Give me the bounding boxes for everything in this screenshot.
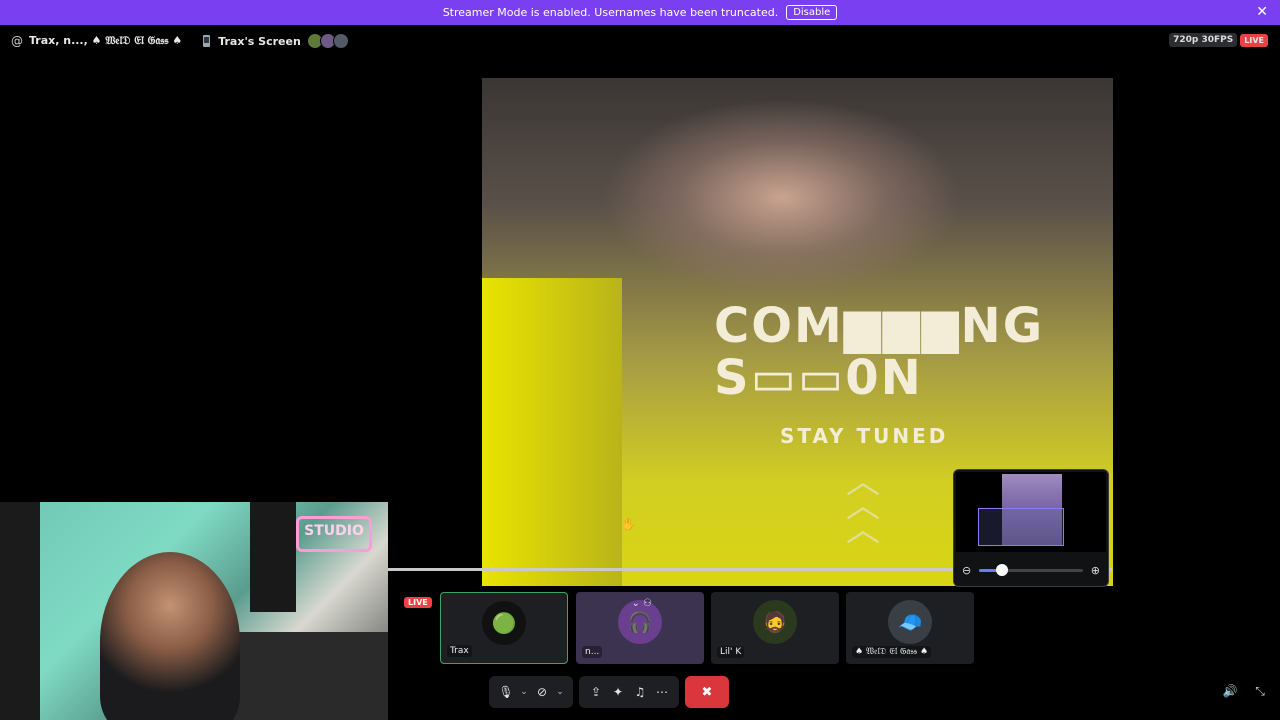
- avatar: 🟢: [482, 601, 526, 645]
- minimap-preview: [956, 472, 1106, 552]
- zoom-minimap[interactable]: ⊖ ⊕: [953, 469, 1109, 587]
- banner-text: Streamer Mode is enabled. Usernames have…: [442, 6, 779, 19]
- volume-icon[interactable]: 🔊: [1220, 684, 1240, 702]
- close-icon[interactable]: ✕: [1256, 4, 1268, 20]
- acoustic-panel: [250, 502, 296, 612]
- participant-name: n...: [582, 646, 603, 658]
- camera-off-icon[interactable]: ⊘: [531, 681, 553, 703]
- chevron-down-icon[interactable]: ⌄: [553, 681, 567, 703]
- live-badge: LIVE: [1240, 33, 1268, 47]
- chevron-down-icon[interactable]: ⌄ ⚇: [631, 598, 652, 609]
- stream-header: @ Trax, n..., ♠ 𝔚𝔢𝔩𝔇 𝔈𝔩 𝔊𝔞𝔰𝔰 ♠ Trax's Sc…: [0, 30, 1280, 52]
- neon-sign: STUDIO: [296, 516, 372, 552]
- activity-group: ⇪ ✦ ♫ ⋯: [579, 676, 679, 708]
- blurred-hand: [602, 98, 962, 298]
- avatar: [332, 33, 349, 49]
- screen-icon: [203, 35, 211, 47]
- acoustic-panel: [0, 502, 40, 720]
- zoom-controls: ⊖ ⊕: [954, 554, 1108, 586]
- quality-badge: 720p 30FPS: [1169, 33, 1238, 47]
- zoom-slider[interactable]: [979, 563, 1083, 576]
- zoom-in-icon[interactable]: ⊕: [1091, 564, 1100, 577]
- chevron-up-icon: ︿ ︿ ︿: [846, 462, 880, 550]
- microphone-icon[interactable]: 🎙: [495, 681, 517, 703]
- soon-line: S▭▭0N: [714, 350, 923, 406]
- view-options: 🔊 ⤡: [1210, 684, 1270, 702]
- streamer-mode-banner: Streamer Mode is enabled. Usernames have…: [0, 0, 1280, 25]
- avatar: 🧔: [753, 600, 797, 644]
- participant-name: ♠ 𝔚𝔢𝔩𝔇 𝔈𝔩 𝔊𝔞𝔰𝔰 ♠: [852, 646, 932, 658]
- call-controls: 🎙 ⌄ ⊘ ⌄ ⇪ ✦ ♫ ⋯ ✖: [489, 676, 729, 708]
- webcam-feed[interactable]: STUDIO: [0, 502, 388, 720]
- participant-tile[interactable]: 🧔 Lil' K: [711, 592, 839, 664]
- stream-glow: [482, 278, 622, 586]
- audio-video-group: 🎙 ⌄ ⊘ ⌄: [489, 676, 573, 708]
- hand-cursor-icon: ✋: [621, 517, 636, 531]
- participant-strip: LIVE 🟢 Trax 🎧 ⌄ ⚇ n... 🧔 Lil' K 🧢 ♠ 𝔚𝔢𝔩𝔇…: [388, 592, 988, 666]
- activities-icon[interactable]: ✦: [607, 681, 629, 703]
- leave-call-button[interactable]: ✖: [685, 676, 729, 708]
- more-icon[interactable]: ⋯: [651, 681, 673, 703]
- disable-button[interactable]: Disable: [786, 5, 838, 20]
- participant-tile[interactable]: 🧢 ♠ 𝔚𝔢𝔩𝔇 𝔈𝔩 𝔊𝔞𝔰𝔰 ♠: [846, 592, 974, 664]
- chevron-down-icon[interactable]: ⌄: [517, 681, 531, 703]
- participant-name: Lil' K: [717, 646, 745, 658]
- zoom-slider-handle[interactable]: [996, 563, 1008, 576]
- channel-name[interactable]: Trax, n..., ♠ 𝔚𝔢𝔩𝔇 𝔈𝔩 𝔊𝔞𝔰𝔰 ♠: [29, 34, 182, 48]
- streamer-person: [100, 552, 240, 720]
- live-badge: LIVE: [404, 597, 432, 608]
- soundboard-icon[interactable]: ♫: [629, 681, 651, 703]
- zoom-out-icon[interactable]: ⊖: [962, 564, 971, 577]
- stay-tuned-text: STAY TUNED: [780, 424, 949, 448]
- at-icon: @: [11, 34, 23, 48]
- avatar: 🧢: [888, 600, 932, 644]
- participant-tile[interactable]: 🟢 Trax: [440, 592, 568, 664]
- viewer-avatars[interactable]: [306, 33, 349, 49]
- participant-name: Trax: [447, 645, 472, 657]
- participant-tile[interactable]: 🎧 ⌄ ⚇ n...: [576, 592, 704, 664]
- coming-soon-text: COM▆▆▆NG S▭▭0N: [714, 300, 1044, 404]
- collapse-icon[interactable]: ⤡: [1250, 684, 1270, 702]
- minimap-viewport[interactable]: [978, 508, 1064, 546]
- coming-line: COM▆▆▆NG: [714, 298, 1045, 354]
- stream-quality: 720p 30FPS LIVE: [1169, 33, 1268, 47]
- screen-share-icon[interactable]: ⇪: [585, 681, 607, 703]
- screen-title: Trax's Screen: [218, 34, 301, 48]
